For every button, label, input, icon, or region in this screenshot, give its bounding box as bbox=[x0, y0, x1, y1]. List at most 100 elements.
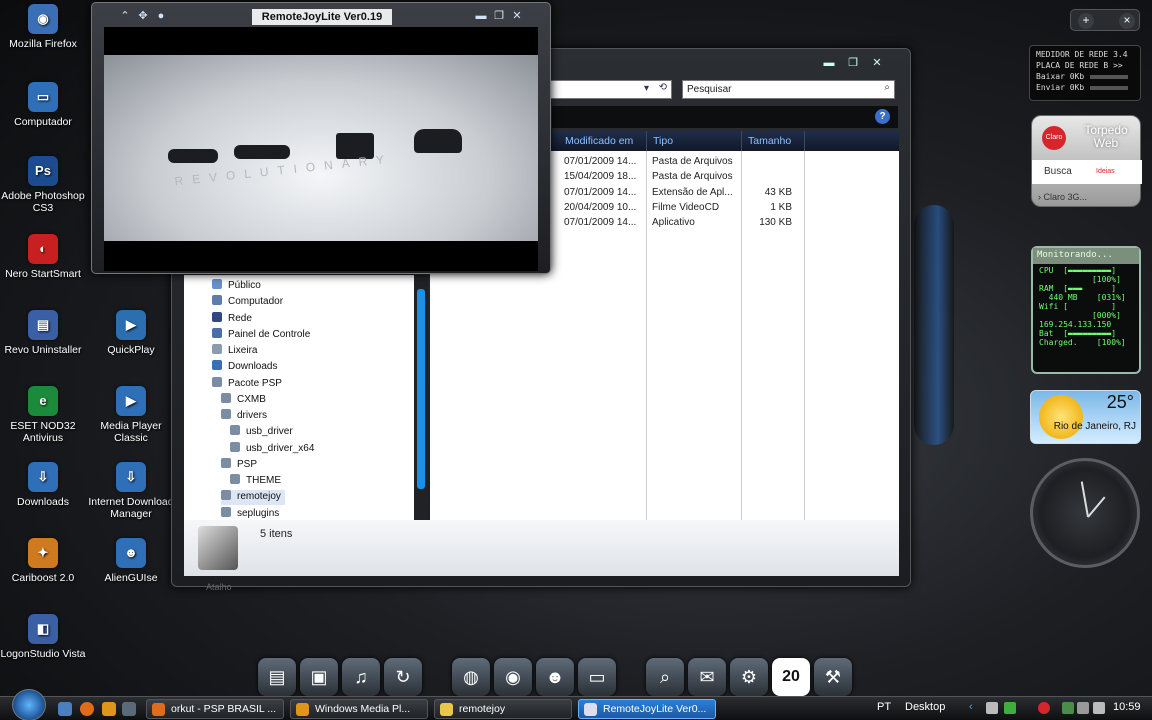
chevron-down-icon[interactable]: ▾ bbox=[644, 83, 649, 94]
close-icon[interactable]: × bbox=[1119, 13, 1135, 29]
maximize-button[interactable]: ❐ bbox=[842, 55, 864, 71]
folder-icon bbox=[212, 311, 222, 322]
tray-app-icon[interactable] bbox=[1062, 702, 1074, 714]
column-header-type[interactable]: Tipo bbox=[647, 131, 742, 151]
media-icon[interactable]: ◉ bbox=[494, 658, 532, 696]
maximize-button[interactable]: ❐ bbox=[492, 9, 506, 23]
taskbar-button[interactable]: RemoteJoyLite Ver0... bbox=[578, 699, 716, 719]
start-button[interactable] bbox=[12, 689, 46, 720]
nav-item[interactable]: Rede bbox=[212, 311, 256, 327]
folder-icon bbox=[212, 344, 222, 354]
desktop-icon[interactable]: ◉ Mozilla Firefox bbox=[0, 4, 86, 50]
nav-item[interactable]: Pacote PSP bbox=[212, 376, 286, 392]
switch-windows-icon[interactable] bbox=[122, 702, 136, 716]
column-header-modified[interactable]: Modificado em bbox=[559, 131, 647, 151]
file-date: 07/01/2009 14... bbox=[564, 217, 637, 229]
claro-torpedo-gadget[interactable]: Claro Torpedo Web Busca Ideias › Claro 3… bbox=[1031, 115, 1142, 207]
tray-display-icon[interactable] bbox=[1077, 702, 1089, 714]
mpc-icon: ▶ bbox=[116, 386, 146, 416]
nav-item[interactable]: Lixeira bbox=[212, 344, 261, 359]
users-icon[interactable]: ☻ bbox=[536, 658, 574, 696]
nav-item[interactable]: THEME bbox=[230, 474, 285, 489]
tray-app-icon[interactable] bbox=[1004, 702, 1016, 714]
minimize-button[interactable]: ▬ bbox=[818, 55, 840, 71]
desktop-icon[interactable]: ◧ LogonStudio Vista bbox=[0, 614, 86, 660]
nav-item[interactable]: Público bbox=[212, 279, 265, 294]
nav-item[interactable]: CXMB bbox=[221, 392, 270, 408]
desktop-icon[interactable]: e ESET NOD32 Antivirus bbox=[0, 386, 86, 444]
close-button[interactable]: ✕ bbox=[510, 9, 524, 23]
tray-expand-icon[interactable]: ‹ bbox=[969, 701, 973, 713]
nav-item[interactable]: usb_driver bbox=[230, 425, 297, 440]
nav-item[interactable]: Computador bbox=[212, 295, 287, 310]
documents-icon[interactable]: ▤ bbox=[258, 658, 296, 696]
help-icon[interactable]: ? bbox=[875, 109, 890, 124]
desktop-toolbar[interactable]: Desktop bbox=[905, 701, 945, 713]
netmeter-title: MEDIDOR DE REDE 3.4 bbox=[1036, 50, 1128, 59]
address-bar[interactable]: ▾ ⟲ bbox=[550, 80, 672, 99]
taskbar: orkut - PSP BRASIL ... Windows Media Pl..… bbox=[0, 689, 1152, 720]
nav-item[interactable]: remotejoy bbox=[221, 490, 285, 506]
minimize-button[interactable]: ▬ bbox=[474, 9, 488, 23]
desktop-icon[interactable]: ▶ QuickPlay bbox=[88, 310, 174, 356]
desktop-icon[interactable]: ▶ Media Player Classic bbox=[88, 386, 174, 444]
search-input[interactable]: Pesquisar ⌕ bbox=[682, 80, 895, 99]
desktop-icon[interactable]: ▭ Computador bbox=[0, 82, 86, 128]
move-icon[interactable]: ✥ bbox=[136, 9, 150, 23]
control-panel-icon[interactable]: ⚒ bbox=[814, 658, 852, 696]
add-gadget-button[interactable]: + bbox=[1078, 13, 1094, 29]
calendar-icon[interactable]: 20 bbox=[772, 658, 810, 696]
close-button[interactable]: ✕ bbox=[866, 55, 888, 71]
folder-icon bbox=[212, 376, 222, 387]
file-type: Filme VideoCD bbox=[652, 201, 720, 213]
firefox-icon[interactable] bbox=[80, 702, 94, 716]
taskbar-button[interactable]: remotejoy bbox=[434, 699, 572, 719]
remotejoy-window[interactable]: ⌃ ✥ ● RemoteJoyLite Ver0.19 ▬ ❐ ✕ REVOLU… bbox=[91, 2, 551, 274]
desktop-icon[interactable]: ▤ Revo Uninstaller bbox=[0, 310, 86, 356]
show-desktop-icon[interactable] bbox=[58, 702, 72, 716]
nav-item[interactable]: Downloads bbox=[212, 360, 281, 375]
network-icon[interactable] bbox=[986, 702, 998, 714]
column-header-size[interactable]: Tamanho bbox=[742, 131, 805, 151]
language-indicator[interactable]: PT bbox=[877, 701, 891, 713]
settings-icon[interactable]: ⚙ bbox=[730, 658, 768, 696]
scrollbar-thumb[interactable] bbox=[417, 289, 425, 489]
refresh-icon[interactable]: ⟲ bbox=[659, 82, 667, 93]
desktop-icon[interactable]: ⇩ Downloads bbox=[0, 462, 86, 508]
desktop-icon[interactable]: Ps Adobe Photoshop CS3 bbox=[0, 156, 86, 214]
tray-antivirus-icon[interactable] bbox=[1038, 702, 1050, 714]
settings-icon[interactable]: ● bbox=[154, 9, 168, 23]
nav-item[interactable]: PSP bbox=[221, 457, 261, 473]
desktop-icon-label: Computador bbox=[14, 116, 72, 128]
mail-icon[interactable]: ✉ bbox=[688, 658, 726, 696]
nav-item-label: Rede bbox=[228, 312, 252, 324]
internet-globe-icon[interactable]: ◍ bbox=[452, 658, 490, 696]
folder-icon bbox=[221, 392, 231, 403]
desktop-icon[interactable]: ☻ AlienGUIse bbox=[88, 538, 174, 584]
wmp-icon[interactable] bbox=[102, 702, 116, 716]
search-icon[interactable]: ⌕ bbox=[884, 82, 890, 93]
pictures-icon[interactable]: ▣ bbox=[300, 658, 338, 696]
taskbar-button[interactable]: Windows Media Pl... bbox=[290, 699, 428, 719]
claro-more-link[interactable]: › Claro 3G... bbox=[1038, 192, 1087, 202]
desktop-icon[interactable]: ⇩ Internet Download Manager bbox=[88, 462, 174, 520]
claro-search-button[interactable]: Busca bbox=[1032, 160, 1142, 184]
netmeter-adapter[interactable]: PLACA DE REDE B >> bbox=[1036, 60, 1134, 71]
clock-time[interactable]: 10:59 bbox=[1113, 701, 1141, 713]
remotejoy-right-controls: ▬ ❐ ✕ bbox=[474, 9, 524, 23]
volume-icon[interactable] bbox=[1093, 702, 1105, 714]
chevron-up-icon[interactable]: ⌃ bbox=[118, 9, 132, 23]
nav-item[interactable]: Painel de Controle bbox=[212, 327, 314, 343]
navigation-scrollbar[interactable] bbox=[414, 275, 428, 520]
desktop-icon-label: Adobe Photoshop CS3 bbox=[1, 190, 85, 214]
nav-item[interactable]: usb_driver_x64 bbox=[230, 441, 318, 457]
desktop-icon[interactable]: ✦ Cariboost 2.0 bbox=[0, 538, 86, 584]
refresh-icon[interactable]: ↻ bbox=[384, 658, 422, 696]
search-icon[interactable]: ⌕ bbox=[646, 658, 684, 696]
desktop-icon[interactable]: ◐ Nero StartSmart bbox=[0, 234, 86, 280]
music-icon[interactable]: ♫ bbox=[342, 658, 380, 696]
display-icon[interactable]: ▭ bbox=[578, 658, 616, 696]
nav-item-label: Painel de Controle bbox=[228, 328, 311, 340]
taskbar-button[interactable]: orkut - PSP BRASIL ... bbox=[146, 699, 284, 719]
nav-item[interactable]: drivers bbox=[221, 409, 271, 424]
